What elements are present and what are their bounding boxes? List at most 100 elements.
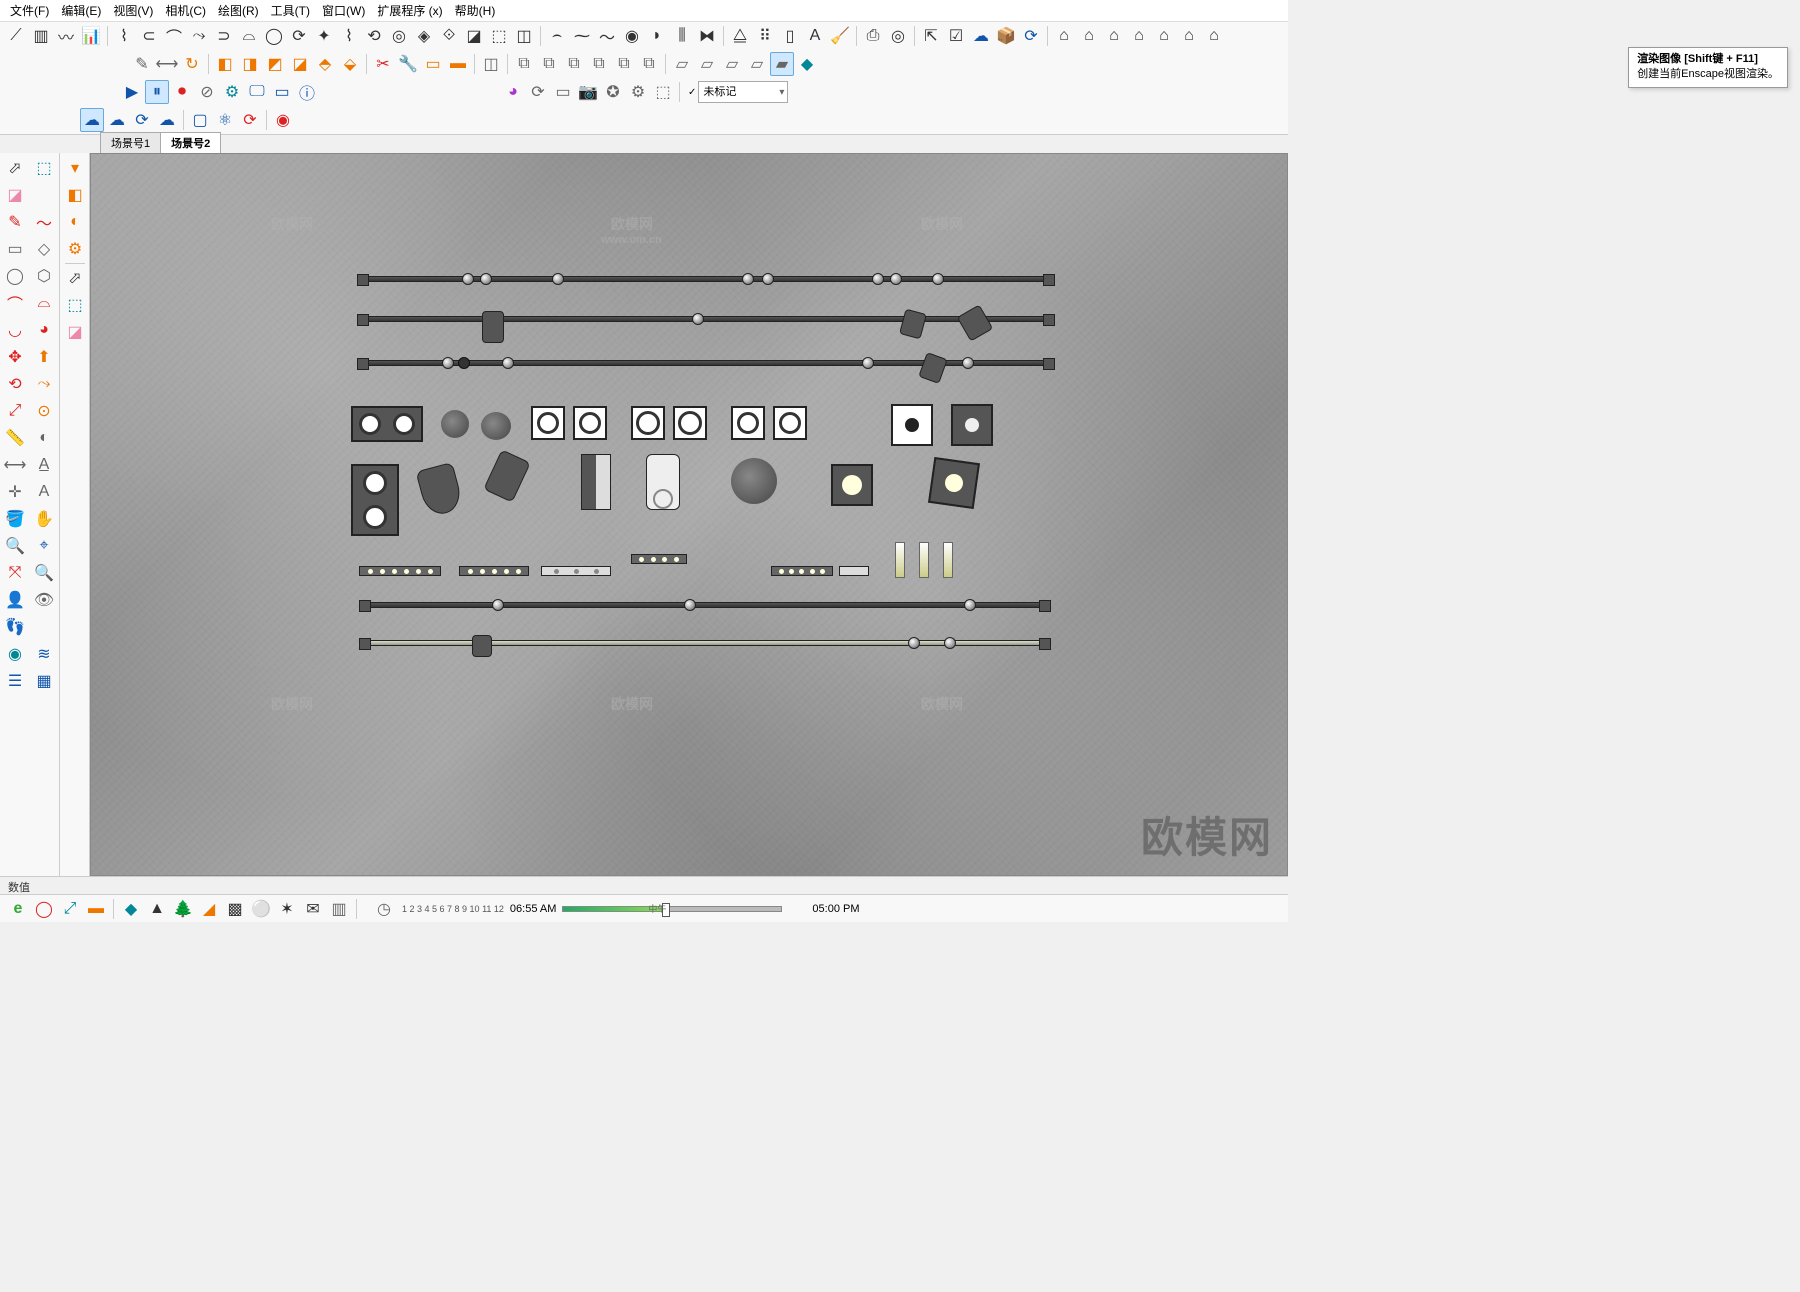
path-tool-3-icon[interactable]: 〜 — [595, 24, 619, 48]
aux-1-icon[interactable]: ▾ — [62, 155, 88, 181]
rotate-icon[interactable]: ↻ — [180, 52, 204, 76]
house-outline-icon[interactable]: ⌂ — [1077, 24, 1101, 48]
tag-select-wrap[interactable]: ✓ 未标记 — [688, 81, 788, 103]
chrome-icon[interactable]: ◉ — [271, 108, 295, 132]
section-icon[interactable]: ◉ — [2, 641, 28, 667]
select-icon[interactable]: ⬀ — [2, 155, 28, 181]
cut-icon[interactable]: ✂ — [371, 52, 395, 76]
walk-icon[interactable]: 👣 — [2, 614, 28, 640]
cloud-1-icon[interactable]: ☁ — [80, 108, 104, 132]
curve-tool-14-icon[interactable]: ⟐ — [437, 24, 461, 48]
solid-3-icon[interactable]: ◩ — [263, 52, 287, 76]
layers-5-icon[interactable]: ⧉ — [612, 52, 636, 76]
house-right-icon[interactable]: ⌂ — [1152, 24, 1176, 48]
frame-icon[interactable]: ▢ — [188, 108, 212, 132]
path-tool-6-icon[interactable]: ⫼ — [670, 24, 694, 48]
cloud-4-icon[interactable]: ☁ — [155, 108, 179, 132]
cleanup-icon[interactable]: 🧹 — [828, 24, 852, 48]
screen-icon[interactable]: ▭ — [270, 80, 294, 104]
pushpull-icon[interactable]: ⬆ — [31, 344, 57, 370]
print-icon[interactable]: ⎙ — [861, 24, 885, 48]
curve-tool-17-icon[interactable]: ◫ — [512, 24, 536, 48]
doc-1-icon[interactable]: ▱ — [670, 52, 694, 76]
package-icon[interactable]: 📦 — [994, 24, 1018, 48]
doc-6-icon[interactable]: ◆ — [795, 52, 819, 76]
plugin-tree-icon[interactable]: 🌲 — [171, 897, 195, 921]
menu-edit[interactable]: 编辑(E) — [55, 0, 107, 21]
path-tool-7-icon[interactable]: ⧓ — [695, 24, 719, 48]
look-around-icon[interactable]: 👁 — [31, 587, 57, 613]
menu-help[interactable]: 帮助(H) — [449, 0, 502, 21]
curve-tool-5-icon[interactable]: ⊃ — [212, 24, 236, 48]
pencil-icon[interactable]: ✎ — [130, 52, 154, 76]
gear-icon[interactable]: ⚙ — [220, 80, 244, 104]
viewport[interactable]: 欧模网 欧模网 欧模网 www.om.cn 欧模网 欧模网 欧模网 — [90, 153, 1288, 876]
menu-window[interactable]: 窗口(W) — [316, 0, 371, 21]
zoom-extents-icon[interactable]: ⤧ — [2, 560, 28, 586]
house-iso-icon[interactable]: ⌂ — [1052, 24, 1076, 48]
axes-icon[interactable]: ✛ — [2, 479, 28, 505]
curve-tool-6-icon[interactable]: ⌓ — [237, 24, 261, 48]
house-back-icon[interactable]: ⌂ — [1177, 24, 1201, 48]
stop-icon[interactable]: ⊘ — [195, 80, 219, 104]
aux-2-icon[interactable]: ◧ — [62, 182, 88, 208]
clock-icon[interactable]: ◷ — [372, 897, 396, 921]
rotated-rect-icon[interactable]: ◇ — [31, 236, 57, 262]
path-tool-5-icon[interactable]: ◗ — [645, 24, 669, 48]
refresh-icon[interactable]: ⟳ — [238, 108, 262, 132]
doc-2-icon[interactable]: ▱ — [695, 52, 719, 76]
time-slider[interactable]: ◷ 1 2 3 4 5 6 7 8 9 10 11 12 06:55 AM 中午… — [372, 897, 860, 921]
mirror-icon[interactable]: ⧋ — [728, 24, 752, 48]
aux-4-icon[interactable]: ⚙ — [62, 236, 88, 262]
solid-2-icon[interactable]: ◨ — [238, 52, 262, 76]
solid-6-icon[interactable]: ⬙ — [338, 52, 362, 76]
aux-eraser-icon[interactable]: ◪ — [62, 319, 88, 345]
line-icon[interactable]: ✎ — [2, 209, 28, 235]
info-icon[interactable]: ⓘ — [295, 80, 319, 104]
curve-tool-12-icon[interactable]: ◎ — [387, 24, 411, 48]
plugin-mail-icon[interactable]: ✉ — [301, 897, 325, 921]
menu-camera[interactable]: 相机(C) — [159, 0, 212, 21]
style-1-icon[interactable]: ◫ — [479, 52, 503, 76]
curve-tool-9-icon[interactable]: ✦ — [312, 24, 336, 48]
plugin-e-icon[interactable]: e — [6, 897, 30, 921]
cloud-upload-icon[interactable]: ☁ — [969, 24, 993, 48]
scene-tab-1[interactable]: 场景号1 — [100, 132, 161, 153]
zoom-window-icon[interactable]: ⌖ — [31, 533, 57, 559]
followme-icon[interactable]: ⤳ — [31, 371, 57, 397]
doc-5-icon[interactable]: ▰ — [770, 52, 794, 76]
plugin-star-icon[interactable]: ✶ — [275, 897, 299, 921]
record-icon[interactable]: ⏺ — [170, 80, 194, 104]
outliner-icon[interactable]: ☰ — [2, 668, 28, 694]
layers-4-icon[interactable]: ⧉ — [587, 52, 611, 76]
polygon-icon[interactable]: ⬡ — [31, 263, 57, 289]
arc3-icon[interactable]: ◡ — [2, 317, 28, 343]
layers-1-icon[interactable]: ⧉ — [512, 52, 536, 76]
pause-icon[interactable]: ⏸ — [145, 80, 169, 104]
enscape-video-icon[interactable]: ▭ — [551, 80, 575, 104]
cloud-2-icon[interactable]: ☁ — [105, 108, 129, 132]
curve-tool-10-icon[interactable]: ⌇ — [337, 24, 361, 48]
dimension-tool-icon[interactable]: ⟷ — [2, 452, 28, 478]
curve-tool-15-icon[interactable]: ◪ — [462, 24, 486, 48]
pie-icon[interactable]: ◕ — [31, 317, 57, 343]
check-icon[interactable]: ☑ — [944, 24, 968, 48]
enscape-logo-icon[interactable]: ◕ — [501, 80, 525, 104]
doc-3-icon[interactable]: ▱ — [720, 52, 744, 76]
cloud-3-icon[interactable]: ⟳ — [130, 108, 154, 132]
layers-icon[interactable]: ≋ — [31, 641, 57, 667]
monitor-icon[interactable]: 🖵 — [245, 80, 269, 104]
tape-icon[interactable]: 📏 — [2, 425, 28, 451]
aux-3-icon[interactable]: ◐ — [62, 209, 88, 235]
solid-1-icon[interactable]: ◧ — [213, 52, 237, 76]
freehand-icon[interactable]: 〜 — [31, 209, 57, 235]
paint-icon[interactable]: 🪣 — [2, 506, 28, 532]
scale-icon[interactable]: ⤢ — [2, 398, 28, 424]
text-tool-icon[interactable]: A — [803, 24, 827, 48]
protractor-icon[interactable]: ◐ — [31, 425, 57, 451]
plugin-b-icon[interactable]: ▲ — [145, 897, 169, 921]
solid-4-icon[interactable]: ◪ — [288, 52, 312, 76]
sync-icon[interactable]: ⟳ — [1019, 24, 1043, 48]
path-tool-4-icon[interactable]: ◉ — [620, 24, 644, 48]
enscape-sync-icon[interactable]: ⟳ — [526, 80, 550, 104]
